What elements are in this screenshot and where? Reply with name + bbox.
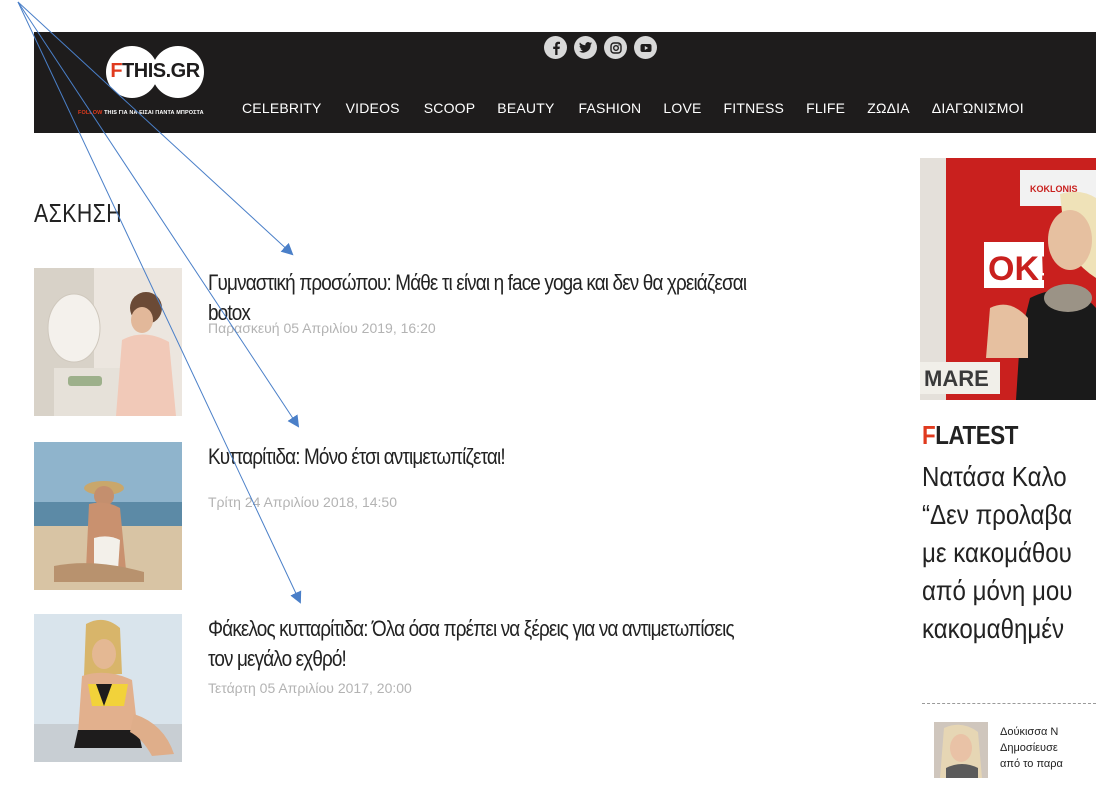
latest-headline-line[interactable]: από μόνη μου <box>922 572 1094 610</box>
nav-item-διαγωνισμοι[interactable]: ΔΙΑΓΩΝΙΣΜΟΙ <box>932 100 1024 116</box>
nav-item-videos[interactable]: VIDEOS <box>346 100 400 116</box>
latest-item-text[interactable]: Δούκισσα Ν Δημοσίευσε από το παρα <box>1000 724 1096 772</box>
photo-sign-ok: OK! <box>988 250 1050 288</box>
latest-item-line[interactable]: Δημοσίευσε <box>1000 740 1096 756</box>
nav-item-beauty[interactable]: BEAUTY <box>497 100 554 116</box>
latest-item-line[interactable]: από το παρα <box>1000 756 1096 772</box>
latest-headline-line[interactable]: με κακομάθου <box>922 534 1094 572</box>
sidebar-featured-photo[interactable]: KOKLONIS OK! MARE <box>920 158 1096 400</box>
main-nav: CELEBRITY VIDEOS SCOOP BEAUTY FASHION LOVE FIT… <box>242 100 1024 116</box>
article-date: Παρασκευή 05 Απριλίου 2019, 16:20 <box>208 320 436 336</box>
latest-headline-line[interactable]: κακομαθημέν <box>922 610 1094 648</box>
article-thumbnail[interactable] <box>34 614 182 762</box>
site-logo[interactable]: FTHIS.GR <box>100 46 210 98</box>
article-thumbnail[interactable] <box>34 268 182 416</box>
photo-sign-mare: MARE <box>924 366 989 391</box>
latest-headline[interactable]: Νατάσα Καλο “Δεν προλαβα με κακομάθου από μ… <box>922 458 1094 648</box>
nav-item-flife[interactable]: FLIFE <box>806 100 845 116</box>
latest-item-line[interactable]: Δούκισσα Ν <box>1000 724 1096 740</box>
nav-item-fashion[interactable]: FASHION <box>579 100 642 116</box>
nav-item-ζωδια[interactable]: ΖΩΔΙΑ <box>867 100 910 116</box>
latest-item-thumbnail[interactable] <box>934 722 988 778</box>
latest-headline-line[interactable]: “Δεν προλαβα <box>922 496 1094 534</box>
article-date: Τρίτη 24 Απριλίου 2018, 14:50 <box>208 494 397 510</box>
article-title[interactable]: Φάκελος κυτταρίτιδα: Όλα όσα πρέπει να ξ… <box>208 614 758 674</box>
nav-item-fitness[interactable]: FITNESS <box>724 100 785 116</box>
site-tagline: FOLLOW THIS ΓΙΑ ΝΑ ΕΙΣΑΙ ΠΑΝΤΑ ΜΠΡΟΣΤΑ <box>78 110 204 116</box>
latest-heading: FLATEST <box>922 420 1018 450</box>
logo-text: FTHIS.GR <box>110 60 200 82</box>
youtube-icon[interactable] <box>634 36 657 59</box>
article-title[interactable]: Κυτταρίτιδα: Μόνο έτσι αντιμετωπίζεται! <box>208 442 758 472</box>
latest-headline-line[interactable]: Νατάσα Καλο <box>922 458 1094 496</box>
nav-item-scoop[interactable]: SCOOP <box>424 100 476 116</box>
article-title[interactable]: Γυμναστική προσώπου: Μάθε τι είναι η fac… <box>208 268 758 328</box>
social-links <box>544 36 657 60</box>
article-thumbnail[interactable] <box>34 442 182 590</box>
site-header: FTHIS.GR FOLLOW THIS ΓΙΑ ΝΑ ΕΙΣΑΙ ΠΑΝΤΑ … <box>34 32 1096 133</box>
nav-item-celebrity[interactable]: CELEBRITY <box>242 100 322 116</box>
facebook-icon[interactable] <box>544 36 567 59</box>
divider <box>922 703 1096 704</box>
instagram-icon[interactable] <box>604 36 627 59</box>
section-title: ΑΣΚΗΣΗ <box>34 198 123 228</box>
article-date: Τετάρτη 05 Απριλίου 2017, 20:00 <box>208 680 412 696</box>
nav-item-love[interactable]: LOVE <box>663 100 701 116</box>
twitter-icon[interactable] <box>574 36 597 59</box>
